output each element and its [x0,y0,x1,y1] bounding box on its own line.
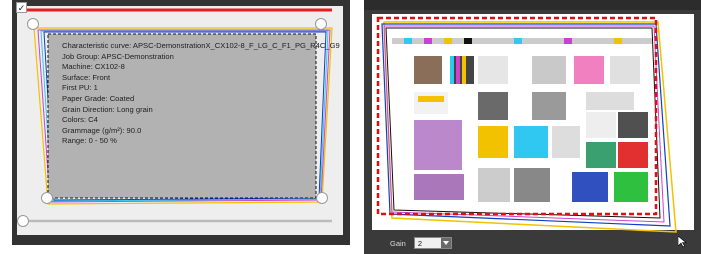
handle-top-right[interactable] [315,18,327,30]
gain-control: Gain 2 [390,236,452,250]
info-range: Range: 0 - 50 % [62,136,117,146]
handle-bottom-right[interactable] [316,192,328,204]
info-surface: Surface: Front [62,72,111,82]
info-grammage: Grammage (g/m²): 90.0 [62,125,142,135]
slider-handle[interactable] [17,215,29,227]
info-job-group: Job Group: APSC-Demonstration [62,51,174,61]
info-first-pu: First PU: 1 [62,83,98,93]
chevron-down-icon[interactable] [440,238,451,248]
gain-label: Gain [390,238,406,248]
enable-checkbox[interactable]: ✓ [16,2,27,13]
gain-value: 2 [417,238,423,248]
info-machine: Machine: CX102-8 [62,62,125,72]
info-paper-grade: Paper Grade: Coated [62,93,135,103]
info-characteristic-curve: Characteristic curve: APSC-Demonstration… [62,41,340,50]
top-color-bar [392,38,652,44]
handle-bottom-left[interactable] [41,192,53,204]
info-grain-direction: Grain Direction: Long grain [62,104,153,114]
panel-header-bar [364,0,701,10]
info-colors: Colors: C4 [62,115,98,125]
handle-top-left[interactable] [27,18,39,30]
checkmark-icon: ✓ [17,3,26,13]
press-sheet-canvas [364,0,701,233]
gain-select[interactable]: 2 [413,237,452,249]
press-sheet-preview-panel: Gain 2 [364,0,701,254]
curve-info-text: Characteristic curve: APSC-Demonstration… [62,41,352,161]
mouse-cursor-icon [678,236,687,248]
characteristic-curve-panel: ✓ Characteristic curve: APSC-Demonstrati… [12,0,350,245]
